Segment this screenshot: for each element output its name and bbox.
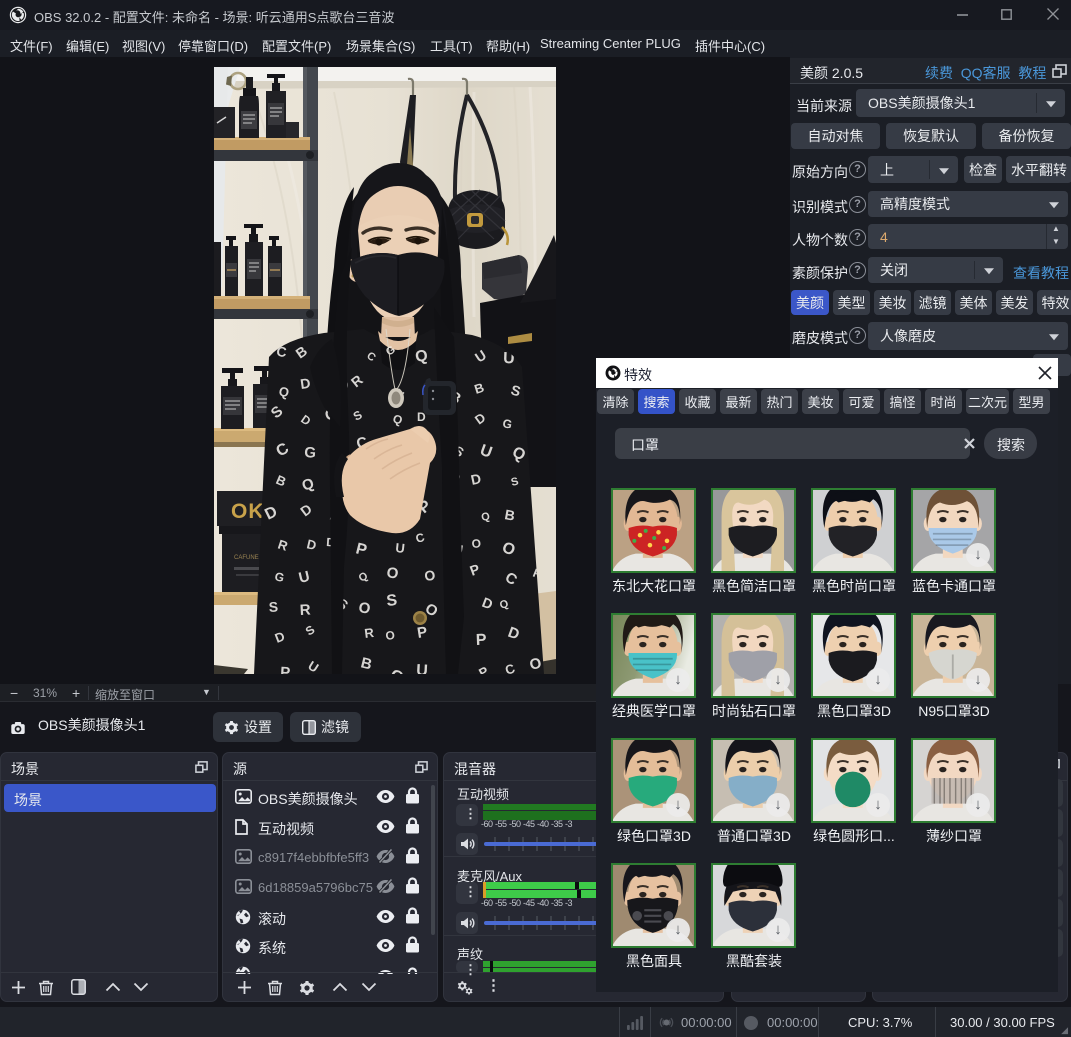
svg-text:U: U (416, 662, 428, 674)
svg-text:S: S (386, 592, 399, 610)
svg-text:CAFUNE: CAFUNE (234, 555, 259, 561)
svg-text:P: P (280, 664, 291, 674)
svg-text:P: P (476, 632, 488, 649)
svg-text:S: S (268, 599, 278, 615)
svg-text:U: U (395, 540, 406, 556)
svg-text:R: R (299, 601, 311, 619)
svg-text:O: O (471, 536, 482, 551)
svg-text:OK: OK (231, 500, 265, 523)
svg-text:G: G (304, 444, 317, 462)
svg-text:Q: Q (414, 347, 429, 366)
svg-text:O: O (423, 567, 436, 584)
svg-text:O: O (385, 628, 396, 643)
